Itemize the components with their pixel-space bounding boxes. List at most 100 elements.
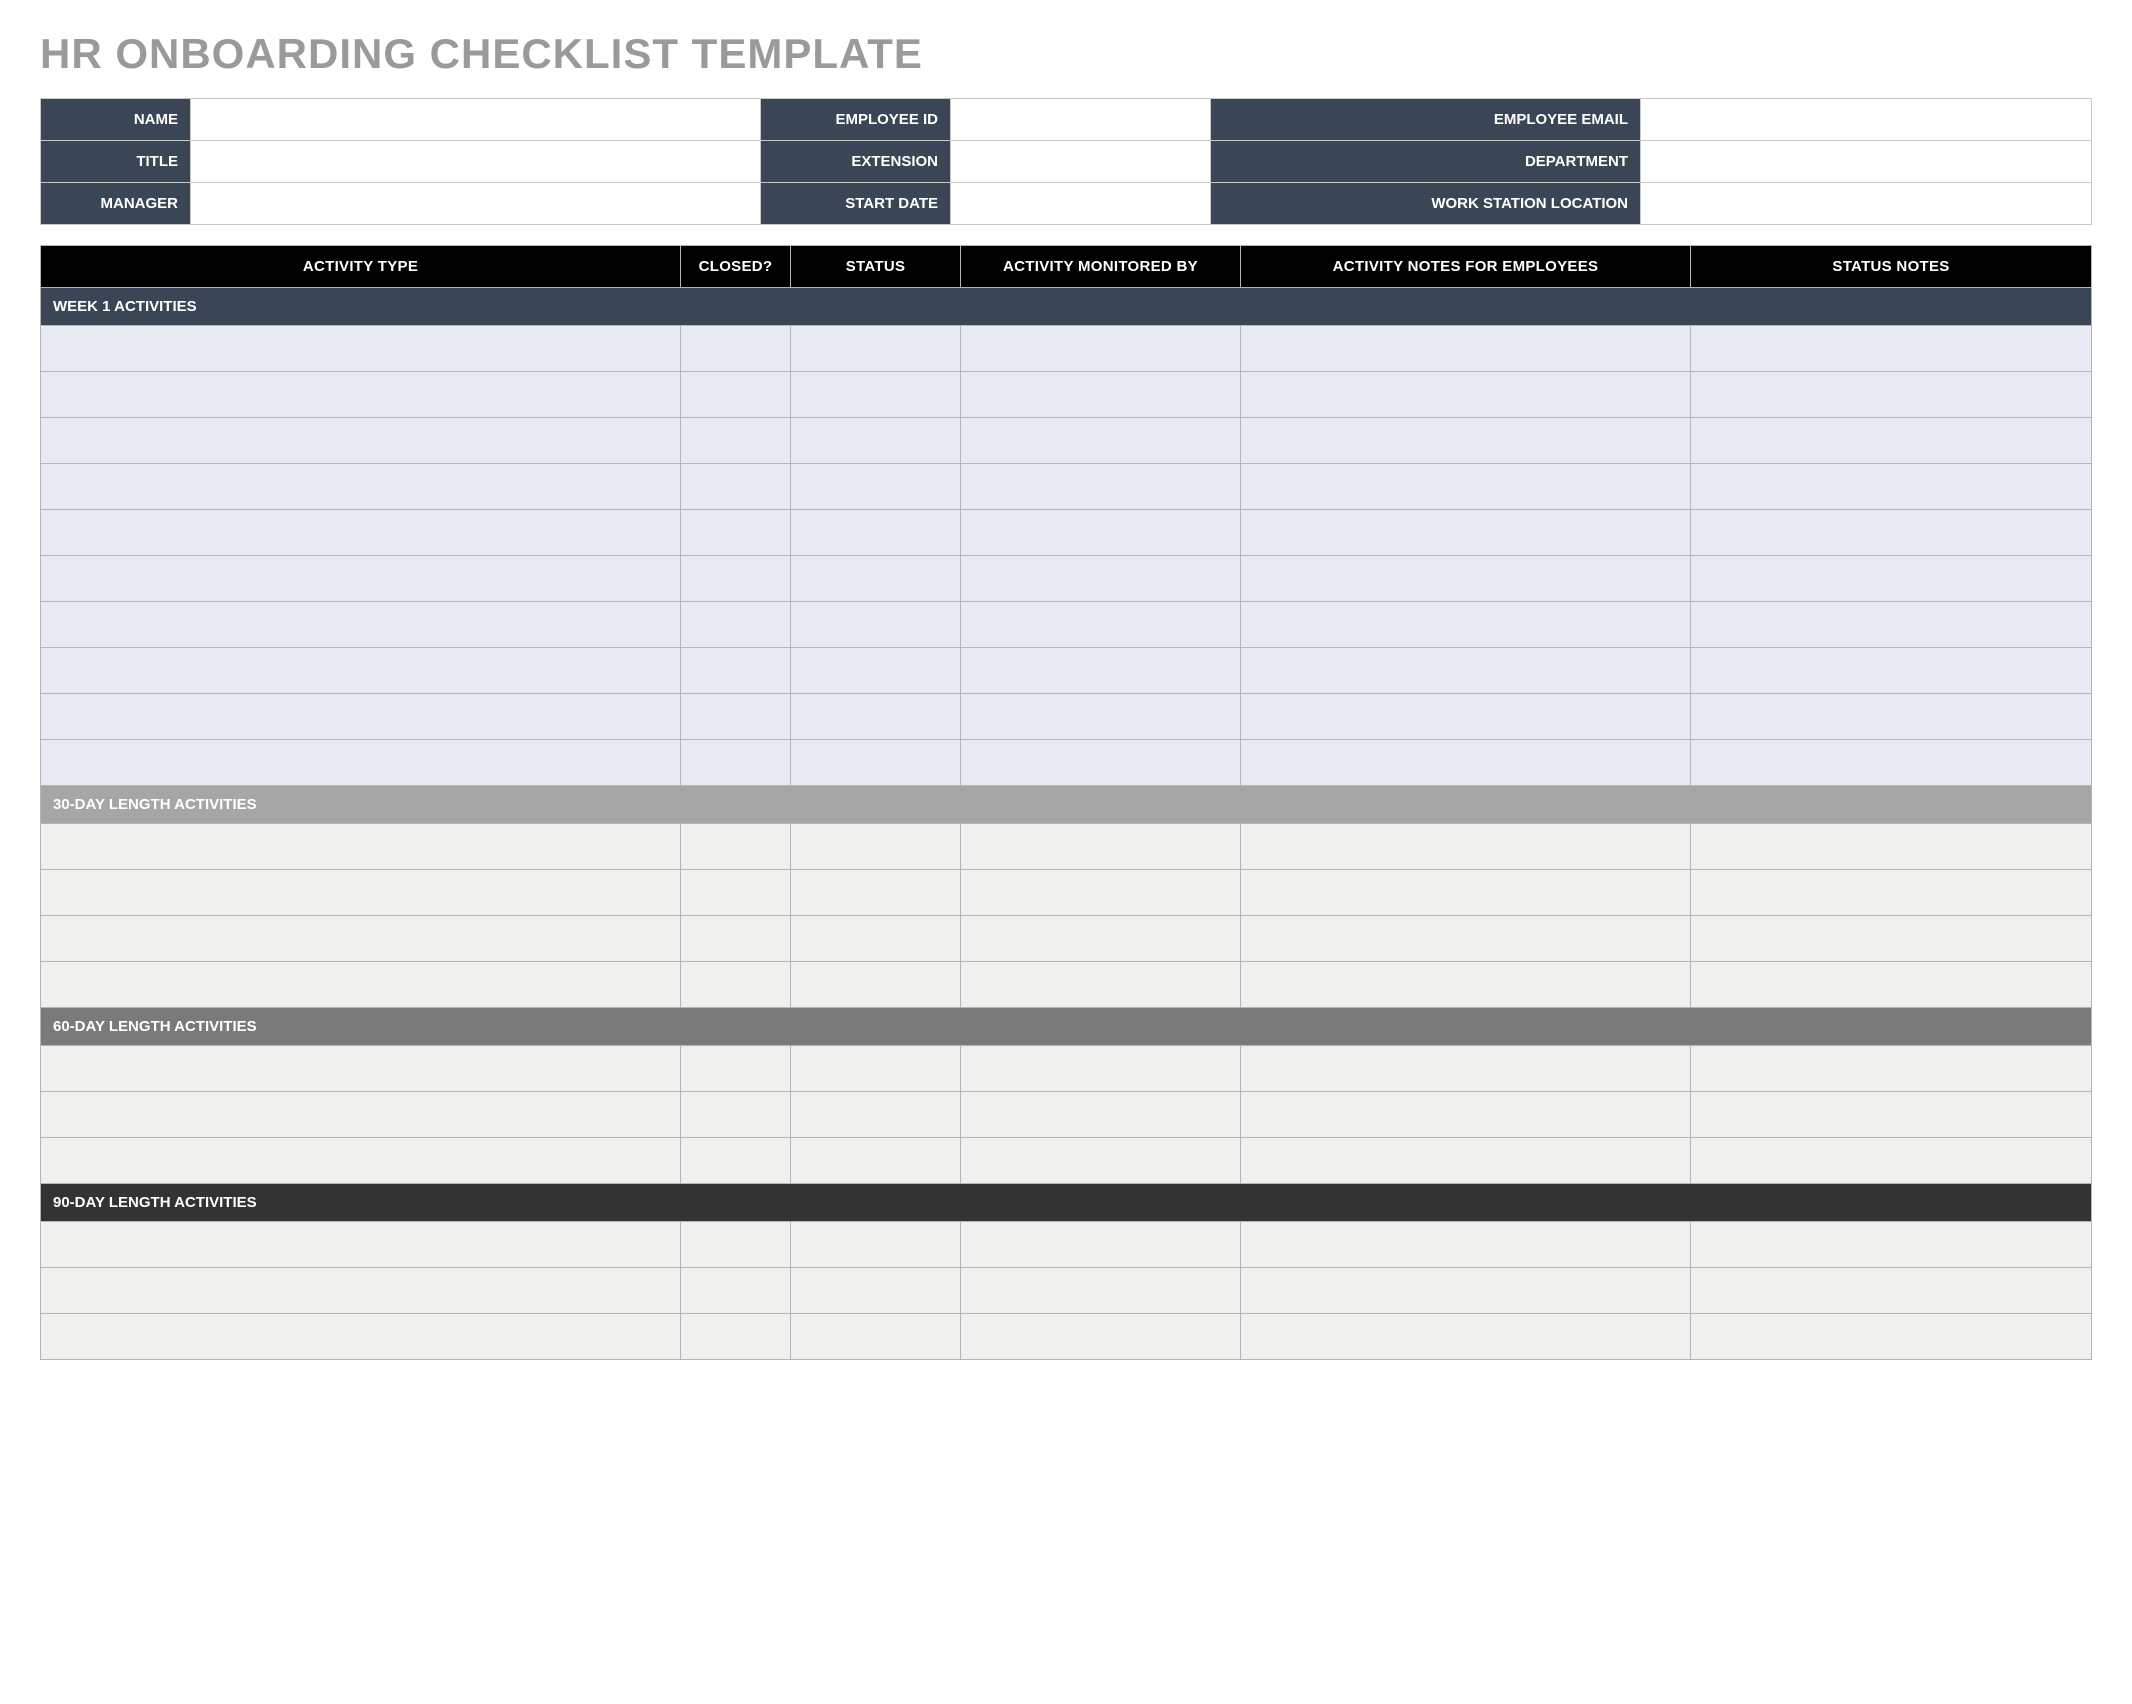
table-cell[interactable] (791, 1138, 961, 1184)
table-cell[interactable] (41, 824, 681, 870)
table-cell[interactable] (1691, 556, 2092, 602)
table-cell[interactable] (791, 1268, 961, 1314)
table-cell[interactable] (1241, 916, 1691, 962)
table-cell[interactable] (1241, 1314, 1691, 1360)
table-cell[interactable] (1691, 916, 2092, 962)
table-cell[interactable] (681, 1268, 791, 1314)
table-cell[interactable] (681, 648, 791, 694)
table-cell[interactable] (1241, 418, 1691, 464)
table-cell[interactable] (961, 326, 1241, 372)
table-cell[interactable] (1241, 1222, 1691, 1268)
table-cell[interactable] (1691, 326, 2092, 372)
table-cell[interactable] (791, 372, 961, 418)
table-cell[interactable] (961, 1092, 1241, 1138)
table-cell[interactable] (961, 372, 1241, 418)
table-cell[interactable] (791, 694, 961, 740)
table-cell[interactable] (1241, 1092, 1691, 1138)
table-cell[interactable] (1691, 1138, 2092, 1184)
table-cell[interactable] (1241, 464, 1691, 510)
table-cell[interactable] (681, 602, 791, 648)
table-cell[interactable] (1241, 870, 1691, 916)
table-cell[interactable] (681, 916, 791, 962)
table-cell[interactable] (681, 556, 791, 602)
table-cell[interactable] (791, 824, 961, 870)
table-cell[interactable] (791, 916, 961, 962)
table-cell[interactable] (681, 1222, 791, 1268)
table-cell[interactable] (41, 1092, 681, 1138)
table-cell[interactable] (961, 1046, 1241, 1092)
table-cell[interactable] (791, 648, 961, 694)
table-cell[interactable] (1241, 556, 1691, 602)
table-cell[interactable] (681, 372, 791, 418)
table-cell[interactable] (1241, 740, 1691, 786)
table-cell[interactable] (681, 740, 791, 786)
table-cell[interactable] (791, 1222, 961, 1268)
table-cell[interactable] (1691, 694, 2092, 740)
table-cell[interactable] (961, 962, 1241, 1008)
table-cell[interactable] (791, 1092, 961, 1138)
table-cell[interactable] (41, 1314, 681, 1360)
table-cell[interactable] (1691, 870, 2092, 916)
table-cell[interactable] (681, 464, 791, 510)
info-value-cell[interactable] (951, 183, 1211, 225)
table-cell[interactable] (961, 1222, 1241, 1268)
table-cell[interactable] (1691, 824, 2092, 870)
table-cell[interactable] (961, 464, 1241, 510)
table-cell[interactable] (961, 556, 1241, 602)
info-value-cell[interactable] (191, 183, 761, 225)
table-cell[interactable] (1691, 648, 2092, 694)
table-cell[interactable] (41, 962, 681, 1008)
table-cell[interactable] (681, 1138, 791, 1184)
table-cell[interactable] (1241, 1138, 1691, 1184)
table-cell[interactable] (1691, 1046, 2092, 1092)
table-cell[interactable] (681, 870, 791, 916)
table-cell[interactable] (791, 464, 961, 510)
table-cell[interactable] (1691, 1268, 2092, 1314)
table-cell[interactable] (41, 1046, 681, 1092)
info-value-cell[interactable] (1641, 183, 2092, 225)
table-cell[interactable] (791, 418, 961, 464)
table-cell[interactable] (791, 870, 961, 916)
table-cell[interactable] (961, 510, 1241, 556)
table-cell[interactable] (1241, 962, 1691, 1008)
table-cell[interactable] (1691, 740, 2092, 786)
table-cell[interactable] (1691, 1222, 2092, 1268)
table-cell[interactable] (681, 510, 791, 556)
table-cell[interactable] (41, 510, 681, 556)
table-cell[interactable] (681, 1046, 791, 1092)
table-cell[interactable] (961, 916, 1241, 962)
table-cell[interactable] (41, 464, 681, 510)
table-cell[interactable] (41, 418, 681, 464)
table-cell[interactable] (1691, 418, 2092, 464)
table-cell[interactable] (1241, 1268, 1691, 1314)
table-cell[interactable] (41, 870, 681, 916)
table-cell[interactable] (41, 1138, 681, 1184)
table-cell[interactable] (961, 740, 1241, 786)
table-cell[interactable] (681, 418, 791, 464)
table-cell[interactable] (41, 372, 681, 418)
table-cell[interactable] (791, 510, 961, 556)
table-cell[interactable] (681, 824, 791, 870)
table-cell[interactable] (1691, 464, 2092, 510)
table-cell[interactable] (1241, 1046, 1691, 1092)
table-cell[interactable] (961, 694, 1241, 740)
table-cell[interactable] (1691, 962, 2092, 1008)
table-cell[interactable] (961, 1138, 1241, 1184)
table-cell[interactable] (791, 326, 961, 372)
info-value-cell[interactable] (1641, 99, 2092, 141)
table-cell[interactable] (681, 326, 791, 372)
table-cell[interactable] (1691, 1092, 2092, 1138)
table-cell[interactable] (1241, 326, 1691, 372)
table-cell[interactable] (41, 916, 681, 962)
table-cell[interactable] (1691, 372, 2092, 418)
table-cell[interactable] (41, 694, 681, 740)
table-cell[interactable] (791, 1046, 961, 1092)
table-cell[interactable] (791, 1314, 961, 1360)
info-value-cell[interactable] (191, 99, 761, 141)
table-cell[interactable] (1691, 1314, 2092, 1360)
table-cell[interactable] (1241, 372, 1691, 418)
table-cell[interactable] (961, 870, 1241, 916)
table-cell[interactable] (961, 824, 1241, 870)
table-cell[interactable] (1241, 694, 1691, 740)
table-cell[interactable] (791, 740, 961, 786)
